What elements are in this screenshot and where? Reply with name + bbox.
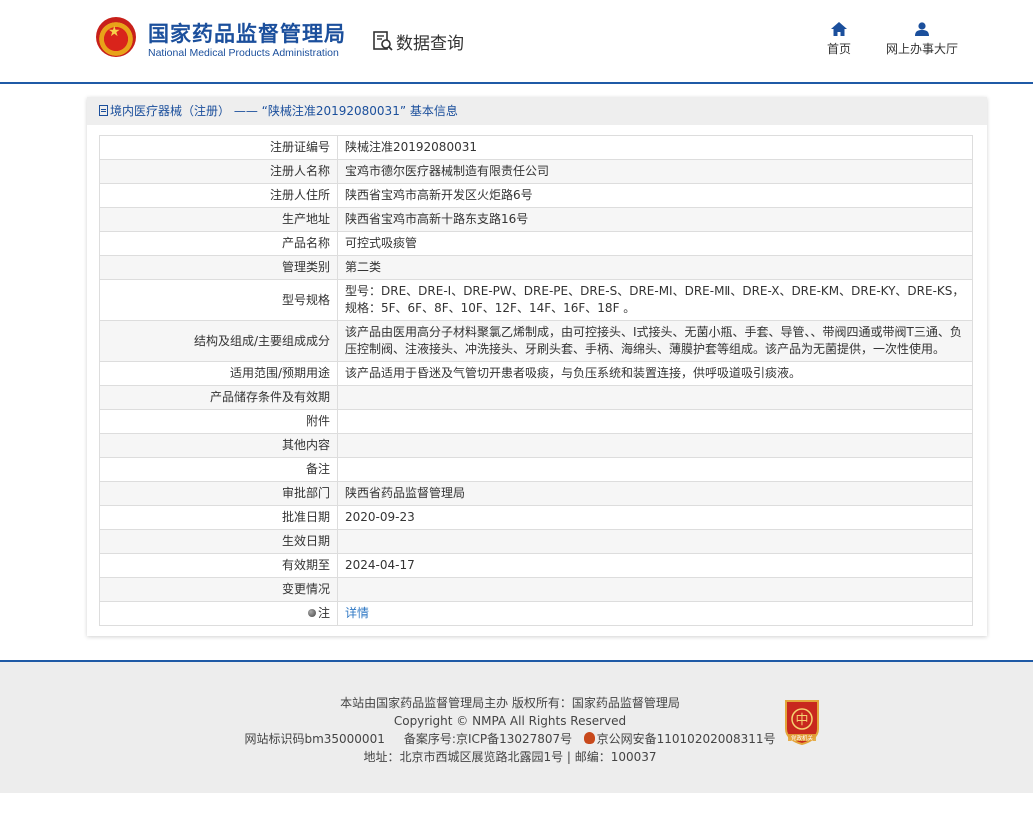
footer-copyright: Copyright © NMPA All Rights Reserved — [393, 714, 627, 728]
footer-registration: 网站标识码bm35000001 备案序号:京ICP备13027807号 京公网安… — [220, 730, 800, 748]
field-value: 陕西省药品监督管理局 — [337, 481, 973, 506]
table-row: 注 详情 — [99, 601, 973, 626]
field-label: 变更情况 — [99, 577, 338, 602]
table-row: 生产地址 陕西省宝鸡市高新十路东支路16号 — [99, 207, 973, 232]
table-row: 产品名称 可控式吸痰管 — [99, 231, 973, 256]
details-link[interactable]: 详情 — [345, 606, 369, 620]
field-value: 第二类 — [337, 255, 973, 280]
pin-icon — [307, 609, 316, 617]
field-value: 宝鸡市德尔医疗器械制造有限责任公司 — [337, 159, 973, 184]
field-value: 2024-04-17 — [337, 553, 973, 578]
field-value: 型号：DRE、DRE-I、DRE-PW、DRE-PE、DRE-S、DRE-MⅠ、… — [337, 279, 973, 321]
table-row: 产品储存条件及有效期 — [99, 385, 973, 410]
site-subtitle: National Medical Products Administration — [148, 47, 339, 59]
table-row: 附件 — [99, 409, 973, 434]
site-header: ★ 国家药品监督管理局 National Medical Products Ad… — [0, 0, 1033, 84]
footer-info: 本站由国家药品监督管理局主办 版权所有：国家药品监督管理局 Copyright … — [220, 694, 800, 766]
field-label: 其他内容 — [99, 433, 338, 458]
field-value: 陕西省宝鸡市高新开发区火炬路6号 — [337, 183, 973, 208]
field-value: 该产品由医用高分子材料聚氯乙烯制成，由可控接头、I式接头、无菌小瓶、手套、导管、… — [337, 320, 973, 362]
field-label: 产品储存条件及有效期 — [99, 385, 338, 410]
home-icon — [831, 22, 847, 36]
field-value — [337, 385, 973, 410]
field-label: 适用范围/预期用途 — [99, 361, 338, 386]
field-label-note: 注 — [99, 601, 338, 626]
table-row: 结构及组成/主要组成成分 该产品由医用高分子材料聚氯乙烯制成，由可控接头、I式接头… — [99, 320, 973, 362]
field-value — [337, 577, 973, 602]
national-emblem-icon[interactable]: ★ — [96, 17, 136, 57]
table-row: 生效日期 — [99, 529, 973, 554]
table-row: 注册人住所 陕西省宝鸡市高新开发区火炬路6号 — [99, 183, 973, 208]
table-row: 其他内容 — [99, 433, 973, 458]
field-label: 型号规格 — [99, 279, 338, 321]
table-row: 适用范围/预期用途 该产品适用于昏迷及气管切开患者吸痰，与负压系统和装置连接，供呼… — [99, 361, 973, 386]
field-label: 生效日期 — [99, 529, 338, 554]
field-value: 该产品适用于昏迷及气管切开患者吸痰，与负压系统和装置连接，供呼吸道吸引痰液。 — [337, 361, 973, 386]
field-value: 陕西省宝鸡市高新十路东支路16号 — [337, 207, 973, 232]
field-value: 2020-09-23 — [337, 505, 973, 530]
table-row: 审批部门 陕西省药品监督管理局 — [99, 481, 973, 506]
field-label: 结构及组成/主要组成成分 — [99, 320, 338, 362]
nav-online-service-hall[interactable]: 网上办事大厅 — [880, 22, 964, 57]
table-row: 注册人名称 宝鸡市德尔医疗器械制造有限责任公司 — [99, 159, 973, 184]
table-row: 备注 — [99, 457, 973, 482]
badge-label: 党政机关 — [791, 734, 814, 742]
field-label: 注册证编号 — [99, 135, 338, 160]
registration-info-table: 注册证编号 陕械注准20192080031 注册人名称 宝鸡市德尔医疗器械制造有限责… — [99, 135, 973, 626]
site-title[interactable]: 国家药品监督管理局 — [148, 18, 346, 48]
field-label: 产品名称 — [99, 231, 338, 256]
nav-home-label: 首页 — [826, 42, 851, 56]
field-value: 详情 — [337, 601, 973, 626]
nav-home[interactable]: 首页 — [822, 22, 856, 57]
table-row: 有效期至 2024-04-17 — [99, 553, 973, 578]
basic-info-panel: 境内医疗器械（注册） —— “陕械注准20192080031” 基本信息 注册证… — [87, 97, 987, 636]
field-label: 注册人名称 — [99, 159, 338, 184]
footer-icp[interactable]: 网站标识码bm35000001 备案序号:京ICP备13027807号 — [244, 732, 572, 746]
field-label: 审批部门 — [99, 481, 338, 506]
table-row: 变更情况 — [99, 577, 973, 602]
user-icon — [915, 22, 929, 36]
field-value: 陕械注准20192080031 — [337, 135, 973, 160]
field-value — [337, 529, 973, 554]
field-label: 生产地址 — [99, 207, 338, 232]
government-agency-badge-icon[interactable]: 中 党政机关 — [782, 699, 822, 745]
police-badge-icon — [583, 732, 595, 744]
footer-address: 地址：北京市西城区展览路北露园1号 | 邮编：100037 — [363, 750, 657, 764]
table-row: 批准日期 2020-09-23 — [99, 505, 973, 530]
field-value — [337, 457, 973, 482]
section-title: 数据查询 — [396, 34, 464, 54]
table-row: 型号规格 型号：DRE、DRE-I、DRE-PW、DRE-PE、DRE-S、DRE… — [99, 279, 973, 321]
footer-police-record[interactable]: 京公网安备11010202008311号 — [597, 732, 776, 746]
field-label: 管理类别 — [99, 255, 338, 280]
field-value: 可控式吸痰管 — [337, 231, 973, 256]
table-row: 注册证编号 陕械注准20192080031 — [99, 135, 973, 160]
nav-hall-label: 网上办事大厅 — [885, 42, 958, 56]
field-label: 有效期至 — [99, 553, 338, 578]
data-query-icon — [373, 31, 393, 51]
footer-sponsor: 本站由国家药品监督管理局主办 版权所有：国家药品监督管理局 — [340, 696, 680, 710]
field-value — [337, 409, 973, 434]
document-icon — [99, 105, 108, 116]
field-label: 注册人住所 — [99, 183, 338, 208]
field-label: 附件 — [99, 409, 338, 434]
field-label: 备注 — [99, 457, 338, 482]
site-footer: 本站由国家药品监督管理局主办 版权所有：国家药品监督管理局 Copyright … — [0, 660, 1033, 793]
panel-heading: 境内医疗器械（注册） —— “陕械注准20192080031” 基本信息 — [87, 97, 987, 125]
panel-heading-text: 境内医疗器械（注册） —— “陕械注准20192080031” 基本信息 — [110, 104, 458, 118]
field-value — [337, 433, 973, 458]
field-label: 批准日期 — [99, 505, 338, 530]
svg-text:中: 中 — [795, 713, 808, 728]
table-row: 管理类别 第二类 — [99, 255, 973, 280]
note-label: 注 — [317, 606, 330, 620]
